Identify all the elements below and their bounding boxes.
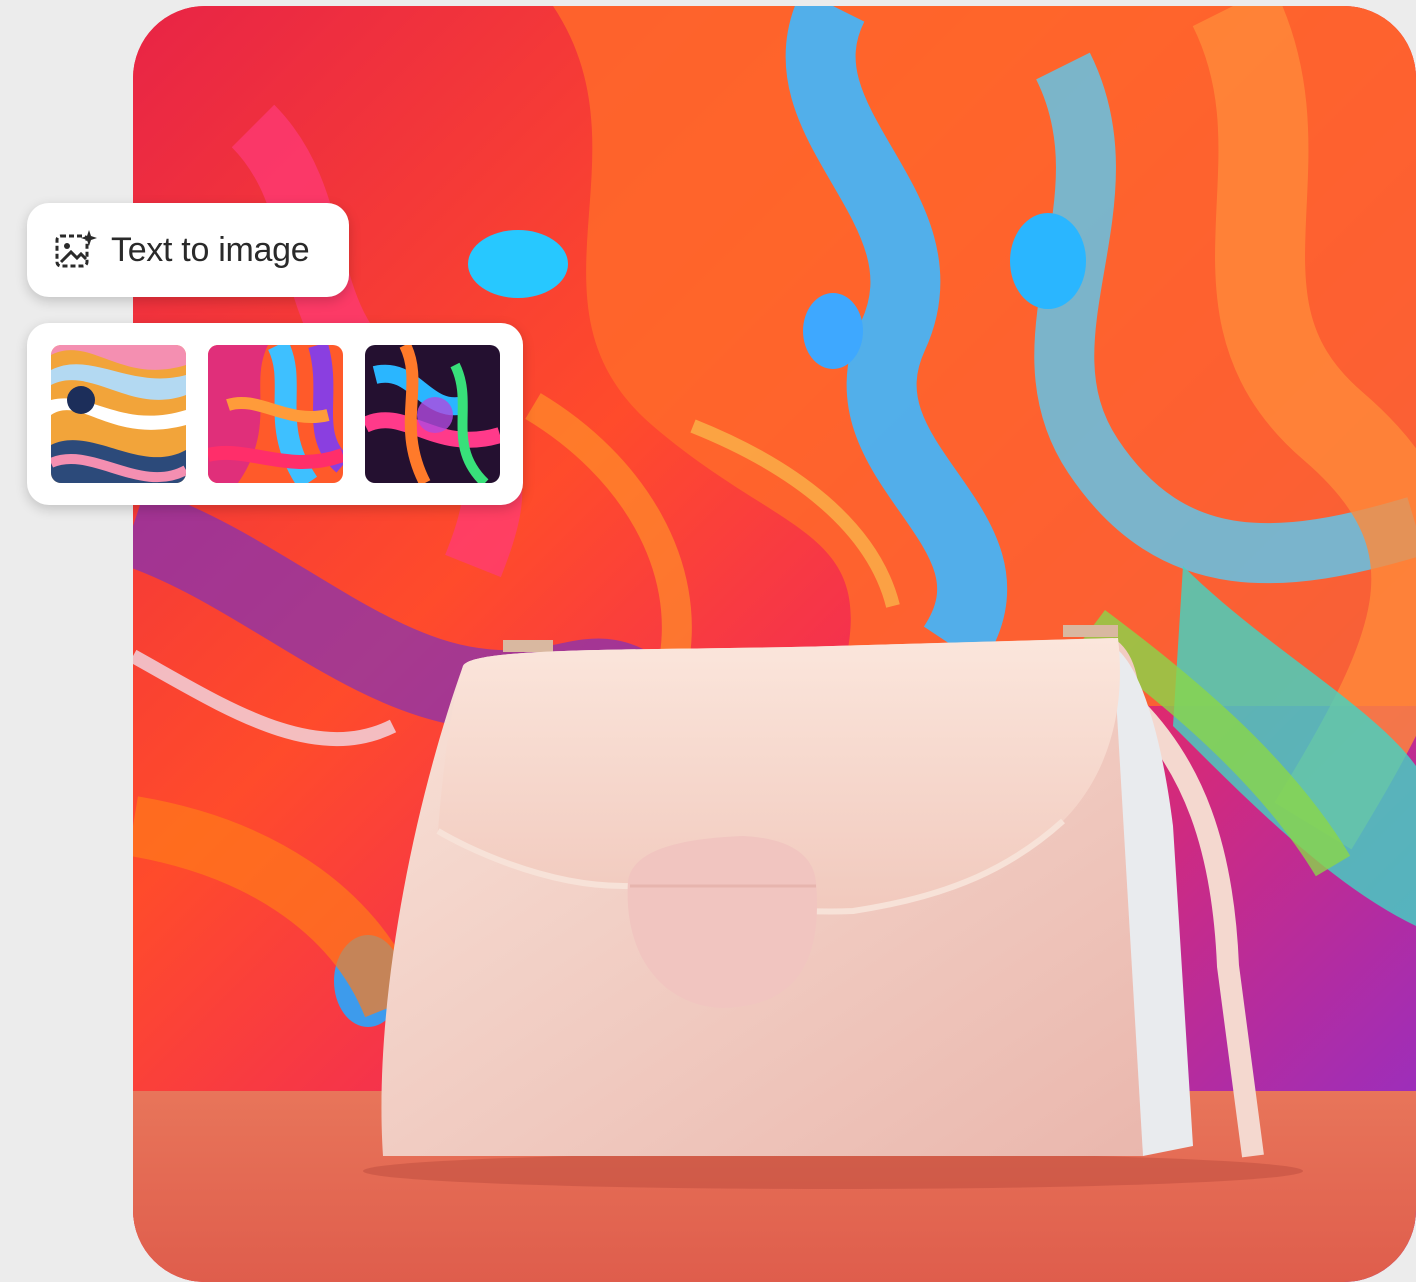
- chip-label: Text to image: [111, 230, 310, 269]
- text-to-image-sparkle-icon: [55, 230, 97, 268]
- thumbnail-panel: [27, 323, 523, 505]
- thumbnail-vivid-fluid[interactable]: [208, 345, 343, 483]
- thumbnail-pastel-waves[interactable]: [51, 345, 186, 483]
- fluid-art-background: [133, 6, 1416, 1282]
- thumbnail-dark-neon-fluid[interactable]: [365, 345, 500, 483]
- generated-image: [133, 6, 1416, 1282]
- text-to-image-chip[interactable]: Text to image: [27, 203, 349, 297]
